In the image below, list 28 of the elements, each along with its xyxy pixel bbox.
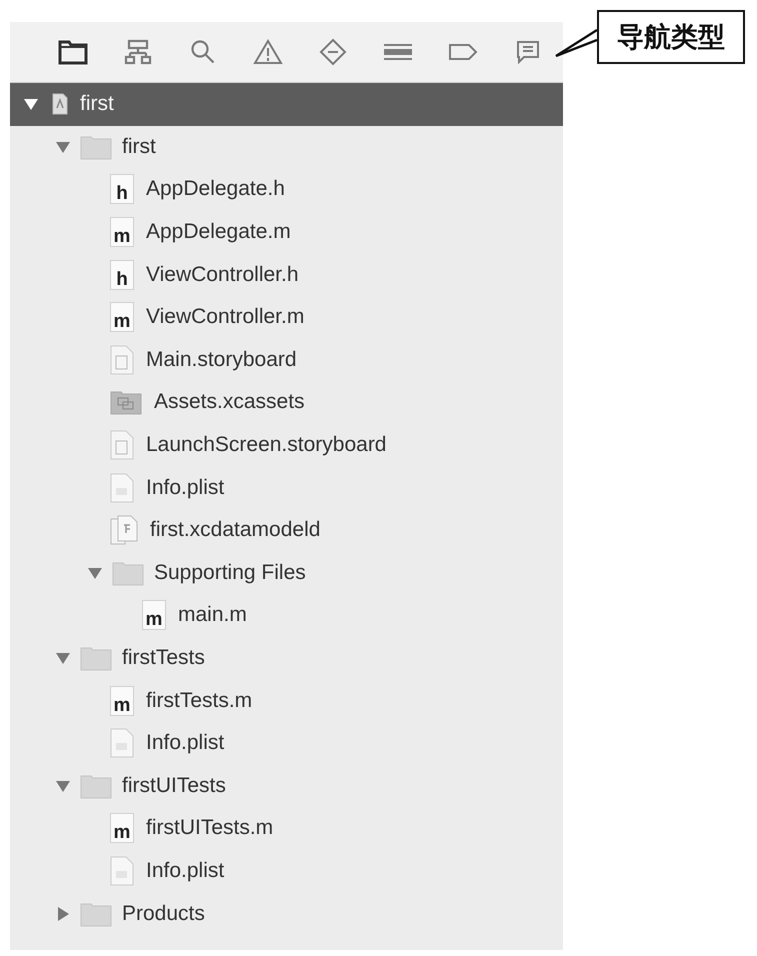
source-file-icon: m [142,600,166,630]
tree-row[interactable]: h AppDelegate.h [10,168,563,211]
tree-row[interactable]: Info.plist [10,722,563,764]
tree-row[interactable]: Assets.xcassets [10,381,563,424]
tree-row[interactable]: first [10,126,563,168]
tree-row[interactable]: Info.plist [10,850,563,892]
tree-row[interactable]: h ViewController.h [10,253,563,296]
source-file-icon: m [110,217,134,248]
tree-row[interactable]: firstTests [10,636,563,680]
tree-row[interactable]: Main.storyboard [10,338,563,382]
tree-row[interactable]: LaunchScreen.storyboard [10,424,563,466]
tree-row[interactable]: m firstUITests.m [10,807,563,850]
tree-row[interactable]: m ViewController.m [10,296,563,339]
tree-row[interactable]: Products [10,892,563,935]
selected-tree-row[interactable]: first [10,83,563,126]
tree-row[interactable]: first.xcdatamodeld [10,508,563,552]
source-file-icon: m [110,302,134,332]
callout-box: 导航类型 [597,10,745,64]
source-file-icon: h [110,260,134,290]
tree-row[interactable]: Info.plist [10,466,563,509]
tree-row[interactable]: m firstTests.m [10,679,563,722]
tree-row[interactable]: Supporting Files [10,552,563,594]
tree-row[interactable]: m AppDelegate.m [10,210,563,254]
source-file-icon: m [110,686,134,716]
source-file-icon: m [110,813,134,844]
tree-row[interactable]: m main.m [10,594,563,637]
source-file-icon: h [110,174,134,204]
tree-row[interactable]: firstUITests [10,764,563,808]
